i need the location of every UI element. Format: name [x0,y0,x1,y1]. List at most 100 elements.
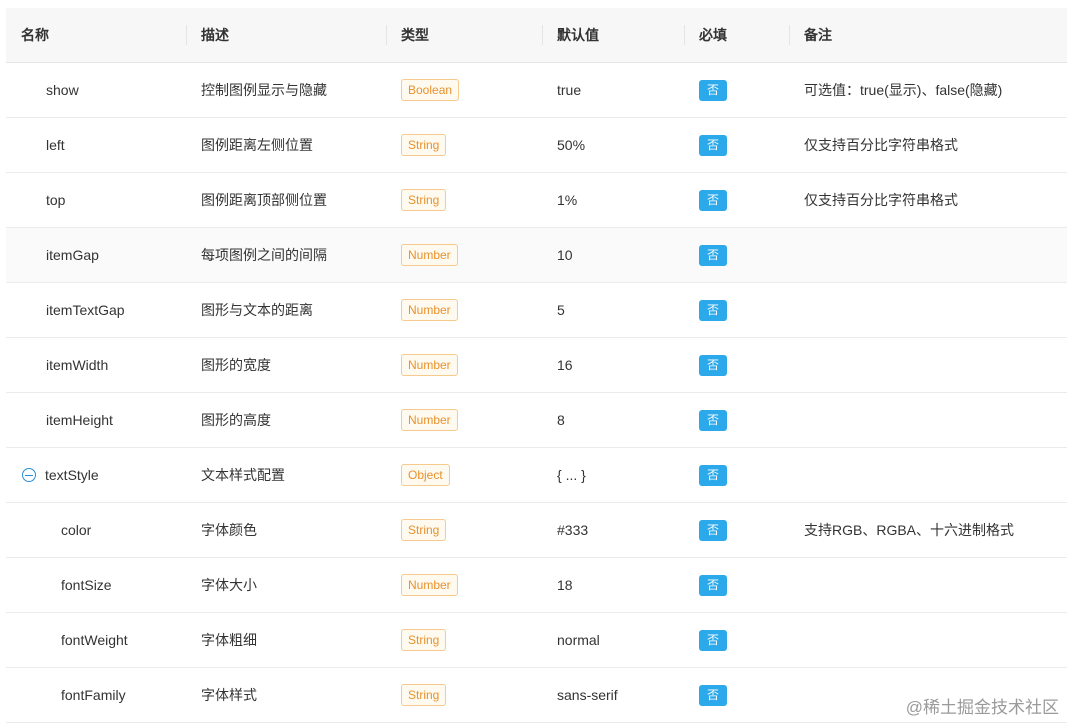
type-tag: Number [401,244,458,266]
prop-required-cell: 否 [684,63,789,117]
prop-type-cell: String [386,613,542,667]
prop-desc: 每项图例之间的间隔 [201,247,327,263]
required-tag: 否 [699,299,727,321]
table-header: 名称 描述 类型 默认值 必填 备注 [6,8,1067,63]
table-row-expandable: textStyle 文本样式配置 Object { ... } 否 [6,448,1067,503]
prop-desc: 字体样式 [201,687,257,703]
table-row: itemHeight 图形的高度 Number 8 否 [6,393,1067,448]
prop-name: top [46,192,66,208]
prop-required-cell: 否 [684,668,789,722]
prop-desc: 文本样式配置 [201,467,285,483]
prop-note [789,393,1067,447]
props-table: 名称 描述 类型 默认值 必填 备注 show 控制图例显示与隐藏 Boolea… [6,8,1067,723]
table-row: top 图例距离顶部侧位置 String 1% 否 仅支持百分比字符串格式 [6,173,1067,228]
prop-note [789,558,1067,612]
header-name: 名称 [21,27,49,43]
prop-note [789,613,1067,667]
prop-desc: 图例距离左侧位置 [201,137,313,153]
prop-default: 18 [557,577,573,593]
prop-name: color [61,522,92,538]
header-note: 备注 [789,8,1067,62]
prop-type-cell: Number [386,393,542,447]
prop-required-cell: 否 [684,228,789,282]
required-tag: 否 [699,574,727,596]
prop-required-cell: 否 [684,448,789,502]
prop-note: 支持RGB、RGBA、十六进制格式 [804,522,1015,538]
prop-desc: 图形的宽度 [201,357,271,373]
type-tag: String [401,189,447,211]
prop-default: 8 [557,412,565,428]
required-tag: 否 [699,519,727,541]
prop-type-cell: Number [386,228,542,282]
required-tag: 否 [699,629,727,651]
table-row: itemGap 每项图例之间的间隔 Number 10 否 [6,228,1067,283]
prop-default: sans-serif [557,687,618,703]
required-tag: 否 [699,684,727,706]
prop-note [789,448,1067,502]
prop-name: itemGap [46,247,99,263]
prop-required-cell: 否 [684,338,789,392]
type-tag: String [401,134,447,156]
type-tag: Number [401,354,458,376]
prop-desc: 控制图例显示与隐藏 [201,82,327,98]
prop-default: #333 [557,522,589,538]
type-tag: String [401,629,447,651]
prop-name: itemTextGap [46,302,125,318]
header-desc: 描述 [186,8,386,62]
prop-type-cell: String [386,173,542,227]
prop-name: itemWidth [46,357,109,373]
required-tag: 否 [699,134,727,156]
prop-required-cell: 否 [684,558,789,612]
type-tag: Boolean [401,79,460,101]
table-row: itemTextGap 图形与文本的距离 Number 5 否 [6,283,1067,338]
prop-default: normal [557,632,600,648]
required-tag: 否 [699,354,727,376]
required-tag: 否 [699,409,727,431]
prop-name: textStyle [45,467,99,483]
prop-note [789,283,1067,337]
prop-required-cell: 否 [684,118,789,172]
prop-desc: 图形的高度 [201,412,271,428]
prop-name: show [46,82,79,98]
header-required: 必填 [684,8,789,62]
required-tag: 否 [699,244,727,266]
type-tag: Number [401,299,458,321]
table-row-child: fontWeight 字体粗细 String normal 否 [6,613,1067,668]
prop-default: 5 [557,302,565,318]
prop-default: 10 [557,247,573,263]
prop-type-cell: Number [386,558,542,612]
prop-note: 仅支持百分比字符串格式 [804,192,958,208]
prop-default: true [557,82,582,98]
prop-desc: 字体大小 [201,577,257,593]
prop-note: 可选值：true(显示)、false(隐藏) [804,82,1003,98]
prop-required-cell: 否 [684,613,789,667]
prop-desc: 字体颜色 [201,522,257,538]
prop-required-cell: 否 [684,503,789,557]
prop-name: fontWeight [61,632,128,648]
prop-type-cell: Boolean [386,63,542,117]
prop-desc: 字体粗细 [201,632,257,648]
prop-note [789,338,1067,392]
prop-name: fontFamily [61,687,126,703]
table-row: left 图例距离左侧位置 String 50% 否 仅支持百分比字符串格式 [6,118,1067,173]
prop-type-cell: Number [386,283,542,337]
prop-name: itemHeight [46,412,113,428]
type-tag: Object [401,464,450,486]
prop-name: left [46,137,65,153]
table-row: show 控制图例显示与隐藏 Boolean true 否 可选值：true(显… [6,63,1067,118]
prop-type-cell: Number [386,338,542,392]
prop-default: 50% [557,137,586,153]
prop-note: 仅支持百分比字符串格式 [804,137,958,153]
type-tag: String [401,519,447,541]
table-row-child: color 字体颜色 String #333 否 支持RGB、RGBA、十六进制… [6,503,1067,558]
prop-required-cell: 否 [684,393,789,447]
prop-type-cell: String [386,668,542,722]
prop-note [789,228,1067,282]
type-tag: String [401,684,447,706]
prop-desc: 图例距离顶部侧位置 [201,192,327,208]
required-tag: 否 [699,189,727,211]
prop-default: 16 [557,357,573,373]
prop-default: 1% [557,192,578,208]
required-tag: 否 [699,464,727,486]
collapse-icon[interactable] [22,468,36,482]
